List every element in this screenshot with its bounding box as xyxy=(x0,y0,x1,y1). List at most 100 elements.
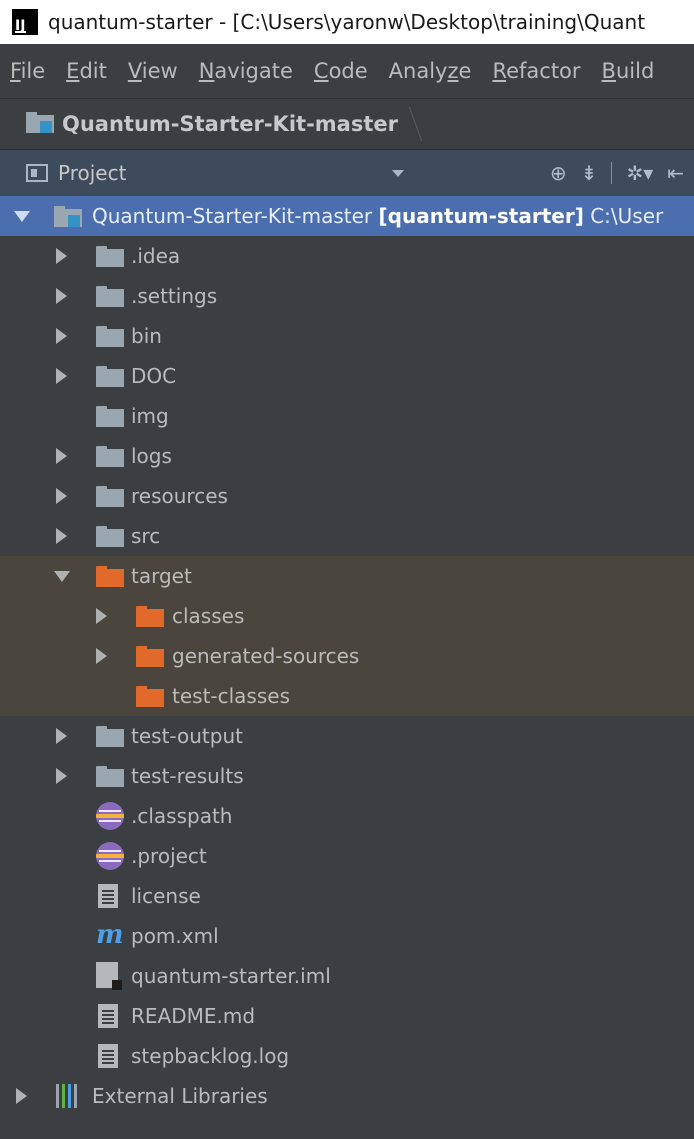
menu-analyze[interactable]: Analyze xyxy=(389,59,472,83)
tree-item-label: .classpath xyxy=(131,804,233,828)
settings-icon[interactable]: ✲▾ xyxy=(626,163,653,183)
tree-item[interactable]: stepbacklog.log xyxy=(0,1036,694,1076)
tree-item[interactable]: img xyxy=(0,396,694,436)
menu-code[interactable]: Code xyxy=(314,59,368,83)
tree-item-label: test-output xyxy=(131,724,243,748)
collapse-all-icon[interactable]: ⇟ xyxy=(581,163,598,183)
tree-item[interactable]: logs xyxy=(0,436,694,476)
tree-item-label: quantum-starter.iml xyxy=(131,964,331,988)
menu-build[interactable]: Build xyxy=(602,59,655,83)
breadcrumb-separator xyxy=(395,107,423,141)
tree-item-external-libraries[interactable]: External Libraries xyxy=(0,1076,694,1116)
tree-item-label: license xyxy=(131,884,201,908)
tree-item-excluded[interactable]: classes xyxy=(0,596,694,636)
folder-icon xyxy=(96,246,124,267)
folder-icon xyxy=(96,446,124,467)
folder-icon xyxy=(96,326,124,347)
expand-arrow-icon[interactable] xyxy=(56,328,67,344)
excluded-folder-icon xyxy=(136,686,164,707)
tree-item[interactable]: src xyxy=(0,516,694,556)
tree-item-label: src xyxy=(131,524,161,548)
tree-item[interactable]: .project xyxy=(0,836,694,876)
tree-item-label: resources xyxy=(131,484,228,508)
maven-icon: m xyxy=(96,920,124,950)
module-file-icon xyxy=(96,962,122,990)
project-tree: Quantum-Starter-Kit-master [quantum-star… xyxy=(0,196,694,1116)
tree-item-label: img xyxy=(131,404,169,428)
tree-root-row[interactable]: Quantum-Starter-Kit-master [quantum-star… xyxy=(0,196,694,236)
project-view-selector[interactable]: Project xyxy=(58,161,126,185)
menu-navigate[interactable]: Navigate xyxy=(199,59,293,83)
project-view-icon xyxy=(26,164,48,182)
expand-arrow-icon[interactable] xyxy=(16,1088,27,1104)
expand-arrow-icon[interactable] xyxy=(56,488,67,504)
tree-item-label: bin xyxy=(131,324,162,348)
expand-arrow-icon[interactable] xyxy=(96,608,107,624)
hide-panel-icon[interactable]: ⇤ xyxy=(667,163,684,183)
folder-icon xyxy=(96,486,124,507)
folder-icon xyxy=(96,726,124,747)
tree-item[interactable]: bin xyxy=(0,316,694,356)
tree-item-label: .settings xyxy=(131,284,218,308)
folder-icon xyxy=(96,526,124,547)
root-module-name: [quantum-starter] xyxy=(378,204,584,228)
tree-item-excluded[interactable]: test-classes xyxy=(0,676,694,716)
menu-view[interactable]: View xyxy=(128,59,178,83)
tree-item-label: External Libraries xyxy=(92,1084,268,1108)
text-file-icon xyxy=(98,1004,118,1028)
menu-file[interactable]: File xyxy=(10,59,45,83)
tree-item-label: README.md xyxy=(131,1004,256,1028)
menu-edit[interactable]: Edit xyxy=(66,59,107,83)
root-name: Quantum-Starter-Kit-master xyxy=(92,204,373,228)
tree-item-label: generated-sources xyxy=(172,644,360,668)
tree-item[interactable]: resources xyxy=(0,476,694,516)
expand-arrow-icon[interactable] xyxy=(14,211,30,222)
expand-arrow-icon[interactable] xyxy=(56,288,67,304)
tree-item[interactable]: README.md xyxy=(0,996,694,1036)
window-title: quantum-starter - [C:\Users\yaronw\Deskt… xyxy=(48,10,646,34)
tree-item[interactable]: m pom.xml xyxy=(0,916,694,956)
chevron-down-icon[interactable] xyxy=(392,170,404,177)
tree-item-label: stepbacklog.log xyxy=(131,1044,290,1068)
eclipse-file-icon xyxy=(96,842,124,870)
toolbar-divider xyxy=(611,162,613,184)
intellij-logo-icon: IJ xyxy=(12,9,38,35)
tree-item-label: .idea xyxy=(131,244,181,268)
tree-item[interactable]: .classpath xyxy=(0,796,694,836)
tree-item[interactable]: .settings xyxy=(0,276,694,316)
tree-item-excluded[interactable]: target xyxy=(0,556,694,596)
expand-arrow-icon[interactable] xyxy=(96,648,107,664)
tree-item[interactable]: license xyxy=(0,876,694,916)
tree-item[interactable]: .idea xyxy=(0,236,694,276)
breadcrumb-project[interactable]: Quantum-Starter-Kit-master xyxy=(62,112,398,136)
expand-arrow-icon[interactable] xyxy=(56,368,67,384)
tree-item-excluded[interactable]: generated-sources xyxy=(0,636,694,676)
tree-item[interactable]: DOC xyxy=(0,356,694,396)
menu-bar: File Edit View Navigate Code Analyze Ref… xyxy=(0,44,694,98)
expand-arrow-icon[interactable] xyxy=(56,768,67,784)
tree-item-label: logs xyxy=(131,444,172,468)
root-path: C:\User xyxy=(590,204,664,228)
tree-item[interactable]: test-output xyxy=(0,716,694,756)
tree-item[interactable]: quantum-starter.iml xyxy=(0,956,694,996)
module-folder-icon xyxy=(26,112,54,133)
tree-item-label: target xyxy=(131,564,192,588)
expand-arrow-icon[interactable] xyxy=(56,448,67,464)
menu-refactor[interactable]: Refactor xyxy=(492,59,580,83)
folder-icon xyxy=(96,406,124,427)
tree-item-label: classes xyxy=(172,604,245,628)
project-toolwindow-header: Project ⊕ ⇟ ✲▾ ⇤ xyxy=(0,150,694,196)
expand-arrow-icon[interactable] xyxy=(54,571,70,582)
expand-arrow-icon[interactable] xyxy=(56,528,67,544)
excluded-folder-icon xyxy=(96,566,124,587)
excluded-folder-icon xyxy=(136,606,164,627)
text-file-icon xyxy=(98,1044,118,1068)
tree-item[interactable]: test-results xyxy=(0,756,694,796)
library-icon xyxy=(56,1084,82,1108)
module-folder-icon xyxy=(54,206,82,227)
expand-arrow-icon[interactable] xyxy=(56,728,67,744)
tree-item-label: .project xyxy=(131,844,207,868)
tree-item-label: test-classes xyxy=(172,684,290,708)
expand-arrow-icon[interactable] xyxy=(56,248,67,264)
locate-icon[interactable]: ⊕ xyxy=(550,163,567,183)
